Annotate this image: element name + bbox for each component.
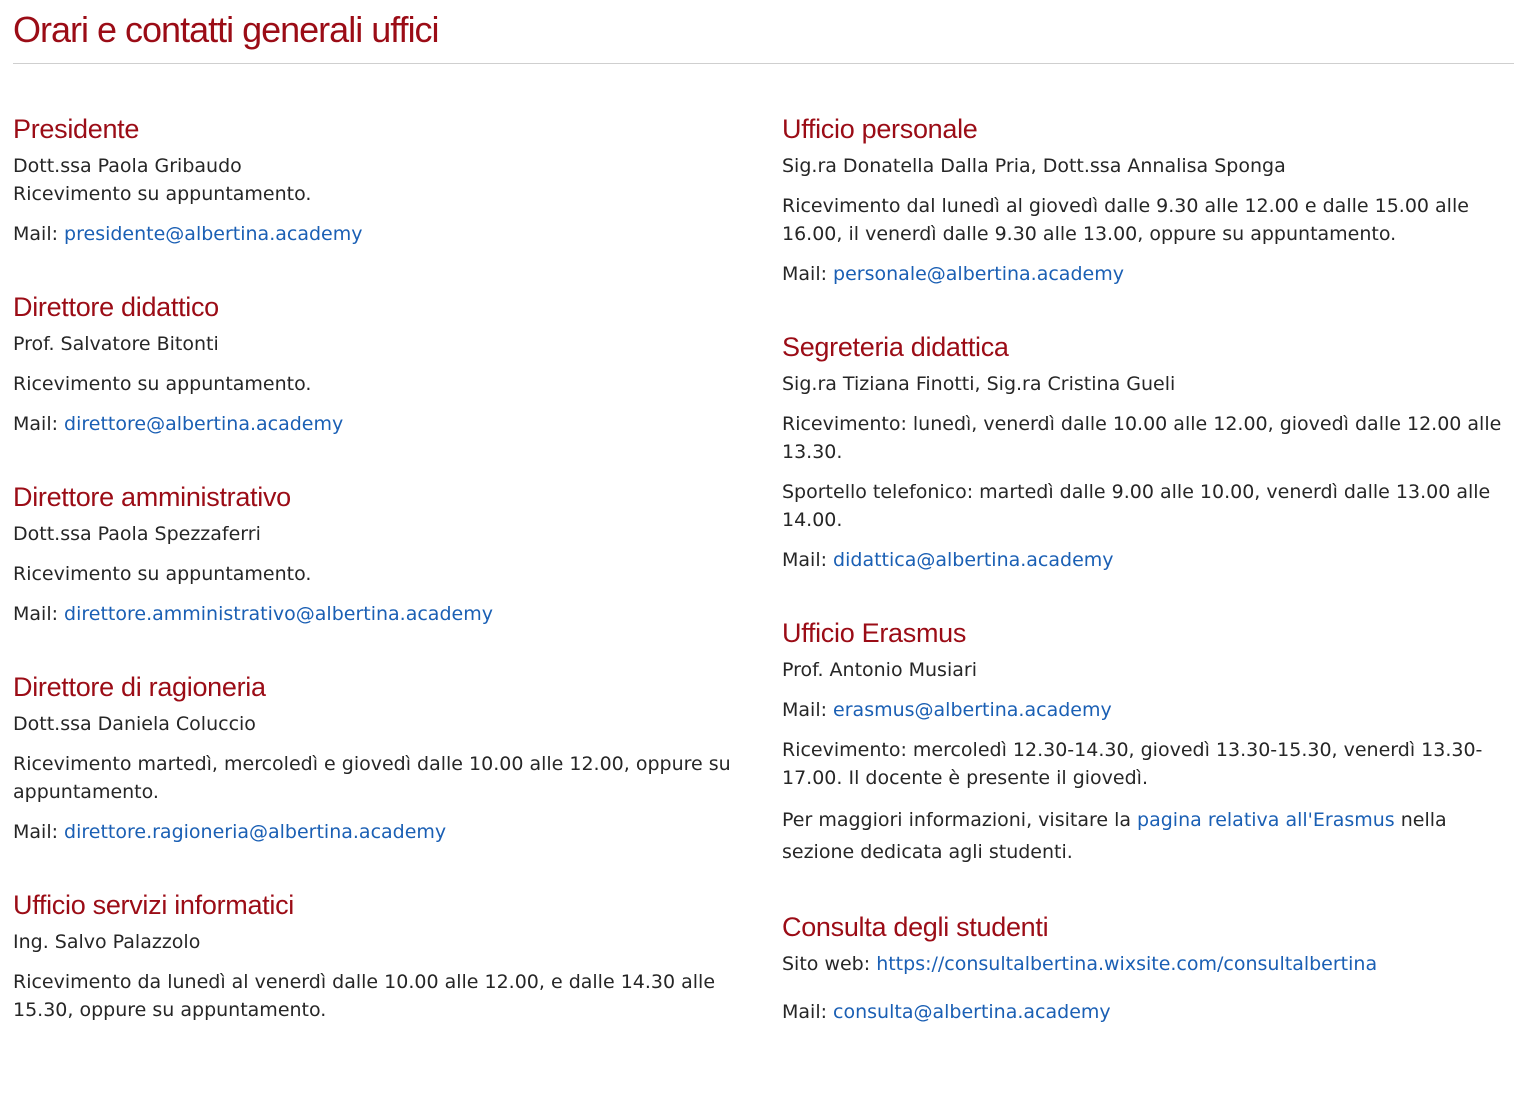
mail-link-direttore-amministrativo[interactable]: direttore.amministrativo@albertina.acade… [64,603,493,625]
office-hours: Ricevimento su appuntamento. [13,563,312,585]
section-heading: Direttore amministrativo [13,482,291,512]
office-hours: Ricevimento su appuntamento. [13,373,312,395]
office-hours: Ricevimento: lunedì, venerdì dalle 10.00… [782,413,1502,463]
mail-line: Mail: presidente@albertina.academy [13,220,735,248]
office-hours: Ricevimento dal lunedì al giovedì dalle … [782,195,1469,245]
office-hours: Ricevimento su appuntamento. [13,183,312,205]
website-link-consulta[interactable]: https://consultalbertina.wixsite.com/con… [876,953,1377,975]
mail-link-ragioneria[interactable]: direttore.ragioneria@albertina.academy [64,821,446,843]
contact-person: Prof. Salvatore Bitonti [13,333,219,355]
mail-line: Mail: erasmus@albertina.academy [782,696,1512,724]
mail-link-presidente[interactable]: presidente@albertina.academy [64,223,362,245]
section-ufficio-erasmus: Ufficio Erasmus Prof. Antonio Musiari Ma… [782,616,1512,868]
right-column: Ufficio personale Sig.ra Donatella Dalla… [782,112,1512,1068]
contact-person: Dott.ssa Paola Spezzaferri [13,523,261,545]
mail-link-direttore[interactable]: direttore@albertina.academy [64,413,343,435]
mail-link-personale[interactable]: personale@albertina.academy [833,263,1124,285]
mail-line: Mail: direttore.amministrativo@albertina… [13,600,735,628]
section-heading: Direttore di ragioneria [13,672,266,702]
section-direttore-amministrativo: Direttore amministrativo Dott.ssa Paola … [13,480,735,628]
page: Orari e contatti generali uffici Preside… [0,0,1530,1116]
contact-person: Ing. Salvo Palazzolo [13,931,201,953]
mail-link-didattica[interactable]: didattica@albertina.academy [833,549,1113,571]
erasmus-info: Per maggiori informazioni, visitare la p… [782,804,1512,868]
mail-line: Mail: personale@albertina.academy [782,260,1512,288]
mail-label: Mail: [782,549,834,571]
erasmus-page-link[interactable]: pagina relativa all'Erasmus [1137,809,1395,831]
office-hours: Ricevimento da lunedì al venerdì dalle 1… [13,971,716,1021]
office-hours: Ricevimento martedì, mercoledì e giovedì… [13,753,731,803]
mail-line: Mail: direttore.ragioneria@albertina.aca… [13,818,735,846]
section-servizi-informatici: Ufficio servizi informatici Ing. Salvo P… [13,888,735,1024]
mail-label: Mail: [782,1001,834,1023]
contact-person: Sig.ra Donatella Dalla Pria, Dott.ssa An… [782,155,1286,177]
section-consulta-studenti: Consulta degli studenti Sito web: https:… [782,910,1512,1026]
mail-label: Mail: [13,413,65,435]
site-label: Sito web: [782,953,877,975]
mail-link-erasmus[interactable]: erasmus@albertina.academy [833,699,1112,721]
contact-person: Prof. Antonio Musiari [782,659,977,681]
website-line: Sito web: https://consultalbertina.wixsi… [782,950,1512,978]
section-heading: Consulta degli studenti [782,912,1049,942]
title-divider [13,63,1514,64]
office-hours: Ricevimento: mercoledì 12.30-14.30, giov… [782,739,1483,789]
mail-line: Mail: direttore@albertina.academy [13,410,735,438]
mail-label: Mail: [782,263,834,285]
phone-hours: Sportello telefonico: martedì dalle 9.00… [782,481,1491,531]
section-heading: Segreteria didattica [782,332,1009,362]
contact-person: Dott.ssa Daniela Coluccio [13,713,256,735]
contact-person: Sig.ra Tiziana Finotti, Sig.ra Cristina … [782,373,1176,395]
mail-link-consulta[interactable]: consulta@albertina.academy [833,1001,1111,1023]
mail-label: Mail: [13,223,65,245]
section-direttore-ragioneria: Direttore di ragioneria Dott.ssa Daniela… [13,670,735,846]
section-presidente: Presidente Dott.ssa Paola Gribaudo Ricev… [13,112,735,248]
left-column: Presidente Dott.ssa Paola Gribaudo Ricev… [13,112,735,1068]
section-heading: Ufficio servizi informatici [13,890,294,920]
mail-line: Mail: didattica@albertina.academy [782,546,1512,574]
section-heading: Direttore didattico [13,292,219,322]
section-heading: Ufficio Erasmus [782,618,967,648]
mail-line: Mail: consulta@albertina.academy [782,998,1512,1026]
section-direttore-didattico: Direttore didattico Prof. Salvatore Bito… [13,290,735,438]
mail-label: Mail: [13,603,65,625]
page-title: Orari e contatti generali uffici [13,9,440,50]
section-heading: Ufficio personale [782,114,978,144]
mail-label: Mail: [13,821,65,843]
section-ufficio-personale: Ufficio personale Sig.ra Donatella Dalla… [782,112,1512,288]
section-heading: Presidente [13,114,140,144]
contact-person: Dott.ssa Paola Gribaudo [13,155,242,177]
section-segreteria-didattica: Segreteria didattica Sig.ra Tiziana Fino… [782,330,1512,574]
content-columns: Presidente Dott.ssa Paola Gribaudo Ricev… [13,112,1514,1068]
mail-label: Mail: [782,699,834,721]
info-prefix: Per maggiori informazioni, visitare la [782,809,1138,831]
